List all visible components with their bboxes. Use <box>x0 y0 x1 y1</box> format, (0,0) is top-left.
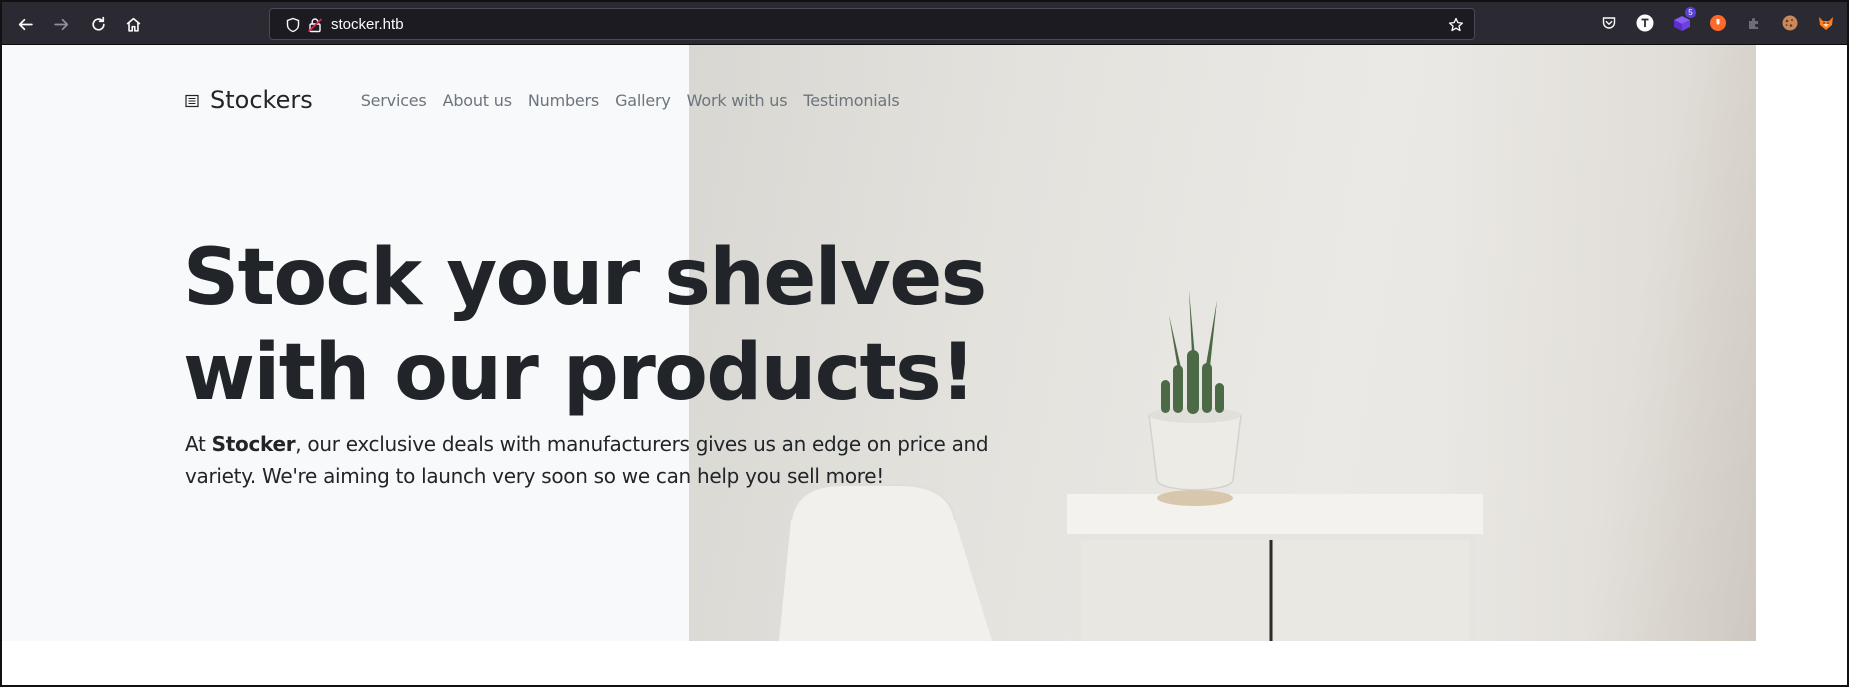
extension-purple-button[interactable]: 5 <box>1672 7 1696 33</box>
hero-headline-line1: Stock your shelves <box>183 233 987 323</box>
newspaper-icon[interactable] <box>185 94 199 108</box>
nav-link-about-us[interactable]: About us <box>443 91 512 110</box>
back-button[interactable] <box>12 11 38 37</box>
lead-body: , our exclusive deals with manufacturers… <box>185 432 989 488</box>
browser-toolbar: stocker.htb 5 <box>2 2 1847 45</box>
hero-section: Stockers Services About us Numbers Galle… <box>2 45 1756 641</box>
pot-saucer <box>1157 490 1233 506</box>
extension-t-button[interactable] <box>1635 13 1655 33</box>
insecure-lock-icon[interactable] <box>307 17 323 33</box>
forward-button[interactable] <box>48 11 74 37</box>
extension-cookie-button[interactable] <box>1780 13 1800 33</box>
t-circle-icon <box>1636 14 1654 32</box>
orange-shield-icon <box>1710 15 1726 31</box>
nav-link-work-with-us[interactable]: Work with us <box>687 91 788 110</box>
plant-pot <box>1148 414 1242 491</box>
site-navbar: Stockers Services About us Numbers Galle… <box>185 85 916 115</box>
cabinet-top <box>1067 494 1483 534</box>
arrow-right-icon <box>53 18 68 30</box>
nav-link-testimonials[interactable]: Testimonials <box>803 91 899 110</box>
nav-link-services[interactable]: Services <box>361 91 427 110</box>
reload-button[interactable] <box>85 11 111 37</box>
cookie-icon <box>1782 15 1798 31</box>
lead-prefix: At <box>185 432 212 456</box>
extension-orange-button[interactable] <box>1708 13 1728 33</box>
cactus-plant <box>1161 290 1224 414</box>
home-icon <box>126 17 140 32</box>
arrow-left-icon <box>18 18 33 30</box>
puzzle-icon <box>1749 18 1758 29</box>
brand-link[interactable]: Stockers <box>210 86 313 114</box>
cabinet-door-left <box>1081 540 1269 641</box>
nav-link-numbers[interactable]: Numbers <box>528 91 599 110</box>
browser-window: stocker.htb 5 Stockers Services About us… <box>0 0 1849 687</box>
chair-shape <box>779 485 992 641</box>
extension-puzzle-button[interactable] <box>1744 13 1764 33</box>
extension-badge: 5 <box>1685 7 1696 18</box>
url-text[interactable]: stocker.htb <box>331 16 404 33</box>
bookmark-star-icon[interactable] <box>1448 17 1464 33</box>
lead-brand: Stocker <box>211 432 296 456</box>
hero-headline: Stock your shelves with our products! <box>183 231 1083 421</box>
address-bar[interactable]: stocker.htb <box>269 8 1475 40</box>
home-button[interactable] <box>120 11 146 37</box>
extension-fox-button[interactable] <box>1816 13 1836 33</box>
shield-icon[interactable] <box>285 17 301 33</box>
nav-link-gallery[interactable]: Gallery <box>615 91 671 110</box>
reload-icon <box>91 16 105 31</box>
cabinet-door-right <box>1274 540 1469 641</box>
pocket-icon <box>1602 17 1616 29</box>
hero-lead: At Stocker, our exclusive deals with man… <box>185 428 1015 492</box>
page-viewport: Stockers Services About us Numbers Galle… <box>2 45 1847 685</box>
fox-icon <box>1819 17 1833 30</box>
hero-headline-line2: with our products! <box>183 328 976 418</box>
pocket-button[interactable] <box>1599 13 1619 33</box>
